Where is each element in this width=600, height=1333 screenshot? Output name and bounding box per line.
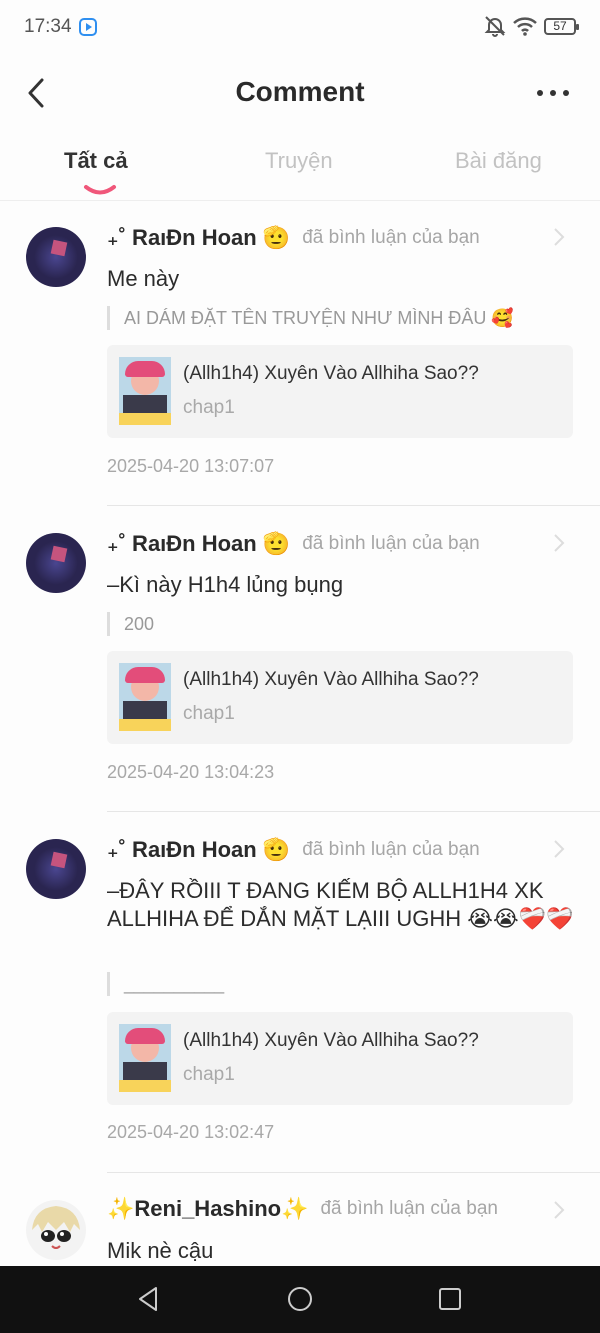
tab-posts[interactable]: Bài đăng [455,148,542,174]
chevron-right-icon[interactable] [552,532,566,554]
nav-home-icon[interactable] [287,1286,313,1312]
username[interactable]: ₊˚ RaıĐn Hoan 🫡 [107,225,290,251]
comment-timestamp: 2025-04-20 13:04:23 [107,762,275,782]
app-header: Comment [0,56,600,128]
avatar[interactable] [26,533,86,593]
tab-indicator [84,185,116,195]
story-card[interactable]: (Allh1h4) Xuyên Vào Allhiha Sao?? chap1 [107,651,573,744]
more-options-icon[interactable] [534,82,574,104]
chevron-right-icon[interactable] [552,838,566,860]
comment-text: –Kì này H1h4 lủng bụng [107,572,344,597]
tab-stories[interactable]: Truyện [265,148,333,174]
story-card[interactable]: (Allh1h4) Xuyên Vào Allhiha Sao?? chap1 [107,1012,573,1105]
quoted-reply: AI DÁM ĐẶT TÊN TRUYỆN NHƯ MÌNH ĐÂU 🥰 [107,306,573,330]
chevron-right-icon[interactable] [552,1199,566,1221]
status-time: 17:34 [24,16,72,37]
anime-avatar-image [32,1206,80,1249]
comment-text: Mik nè cậu [107,1238,214,1263]
username[interactable]: ✨Reni_Hashino✨ [107,1196,308,1222]
username[interactable]: ₊˚ RaıĐn Hoan 🫡 [107,531,290,557]
comment-item[interactable]: ₊˚ RaıĐn Hoan 🫡 đã bình luận của bạn –ĐÂ… [0,812,600,1173]
avatar[interactable] [26,839,86,899]
action-text: đã bình luận của bạn [302,533,480,554]
story-title: (Allh1h4) Xuyên Vào Allhiha Sao?? [183,669,479,690]
video-app-icon [79,18,97,36]
story-cover-image [119,663,171,731]
bell-muted-icon [484,16,506,37]
comment-text: –ĐÂY RỒIII T ĐANG KIẾM BỘ ALLH1H4 XK ALL… [107,878,574,931]
comment-item[interactable]: ₊˚ RaıĐn Hoan 🫡 đã bình luận của bạn –Kì… [0,506,600,812]
story-chapter: chap1 [183,703,235,724]
comment-text: Me này [107,266,180,291]
nav-back-icon[interactable] [136,1286,162,1312]
story-card[interactable]: (Allh1h4) Xuyên Vào Allhiha Sao?? chap1 [107,345,573,438]
wifi-icon [513,17,537,36]
comment-timestamp: 2025-04-20 13:07:07 [107,456,275,476]
story-cover-image [119,357,171,425]
quoted-reply: 200 [107,612,573,636]
story-chapter: chap1 [183,1064,235,1085]
avatar[interactable] [26,227,86,287]
story-title: (Allh1h4) Xuyên Vào Allhiha Sao?? [183,1030,479,1051]
avatar[interactable] [26,1200,86,1260]
action-text: đã bình luận của bạn [302,839,480,860]
page-title: Comment [235,76,365,107]
username[interactable]: ₊˚ RaıĐn Hoan 🫡 [107,837,290,863]
battery-level: 57 [553,18,567,33]
action-text: đã bình luận của bạn [320,1198,498,1219]
quoted-reply: __________ [107,972,573,996]
comment-item[interactable]: ₊˚ RaıĐn Hoan 🫡 đã bình luận của bạn Me … [0,200,600,506]
story-title: (Allh1h4) Xuyên Vào Allhiha Sao?? [183,363,479,384]
tab-bar: Tất cả Truyện Bài đăng [0,136,600,200]
action-text: đã bình luận của bạn [302,227,480,248]
system-nav-bar [0,1266,600,1333]
nav-recents-icon[interactable] [437,1286,463,1312]
comment-item[interactable]: ✨Reni_Hashino✨ đã bình luận của bạn Mik … [0,1173,600,1266]
battery-icon: 57 [544,17,579,35]
story-cover-image [119,1024,171,1092]
status-bar: 17:34 57 [0,0,600,56]
chevron-right-icon[interactable] [552,226,566,248]
story-chapter: chap1 [183,397,235,418]
comment-timestamp: 2025-04-20 13:02:47 [107,1122,275,1142]
tab-all[interactable]: Tất cả [64,148,128,174]
